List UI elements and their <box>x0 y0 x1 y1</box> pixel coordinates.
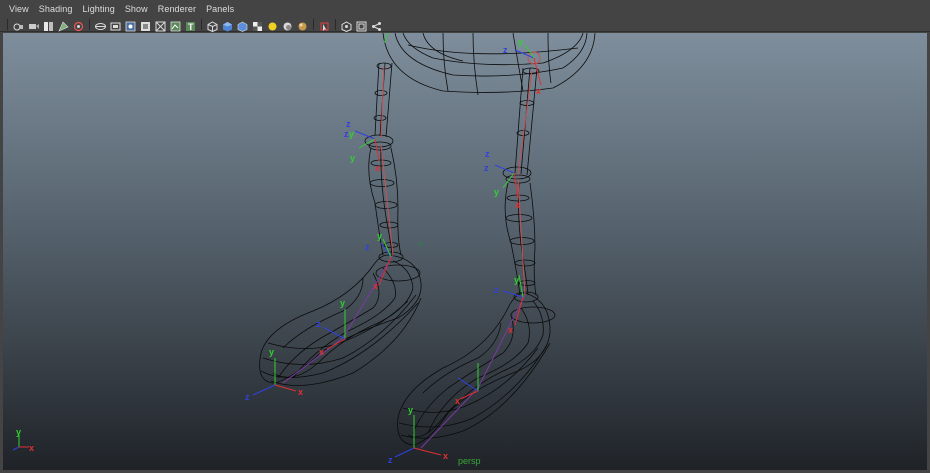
image-plane-icon[interactable] <box>58 19 69 32</box>
gizmo-label-x: x <box>29 443 34 453</box>
toolbar-separator <box>89 18 90 30</box>
axis-label-z: z <box>485 149 490 159</box>
bookmarks-icon[interactable] <box>43 19 54 31</box>
axis-label-z: z <box>494 285 499 295</box>
gizmo-label-y: y <box>16 427 21 437</box>
axis-label-z: z <box>503 45 508 55</box>
toolbar-separator <box>335 18 336 30</box>
safe-action-icon[interactable] <box>170 19 181 31</box>
gate-mask-icon[interactable] <box>140 19 151 31</box>
axis-label-z: z <box>484 163 489 173</box>
xray-icon[interactable] <box>297 19 308 30</box>
axis-label-y: y <box>269 347 274 357</box>
perspective-viewport[interactable]: z z y y x z y x y z x y z x z y x z z y … <box>3 33 927 470</box>
axis-label-y: y <box>340 298 345 308</box>
left-knee-axis: z z y y x <box>344 119 380 173</box>
skeleton-bones <box>282 51 541 449</box>
toolbar-separator <box>313 18 314 30</box>
menu-panels[interactable]: Panels <box>201 4 239 14</box>
smooth-shade-icon[interactable] <box>222 19 233 31</box>
safe-title-icon[interactable]: T <box>185 19 196 32</box>
panel-toolbar: T <box>0 17 930 32</box>
film-gate-icon[interactable] <box>110 19 121 30</box>
menu-view[interactable]: View <box>4 4 34 14</box>
menu-show[interactable]: Show <box>120 4 153 14</box>
isolate-select-icon[interactable] <box>319 19 330 31</box>
right-toe-axis: y z x <box>388 405 448 465</box>
axis-label-z: z <box>346 119 351 129</box>
shadows-icon[interactable] <box>282 19 293 30</box>
right-femur-bone <box>517 70 533 176</box>
left-femur-bone <box>380 65 385 139</box>
axis-label-x: x <box>375 163 380 173</box>
wireframe-icon[interactable] <box>207 19 218 32</box>
axis-label-z: z <box>388 455 393 465</box>
grid-icon[interactable] <box>95 19 106 30</box>
camera-name-label: persp <box>458 456 481 466</box>
menu-lighting[interactable]: Lighting <box>77 4 119 14</box>
axis-label-x: x <box>515 200 520 210</box>
share-icon[interactable] <box>371 19 382 31</box>
view-axis-gizmo: y x <box>12 427 34 453</box>
left-ankle-axis: z y x <box>365 231 392 291</box>
menu-renderer[interactable]: Renderer <box>153 4 201 14</box>
character-wireframe <box>259 33 596 446</box>
axis-label-x: x <box>298 387 303 397</box>
use-lights-icon[interactable] <box>267 19 278 30</box>
left-foot-wireframe <box>259 251 422 386</box>
scene-wireframe[interactable]: z z y y x z y x y z x y z x z y x z z y … <box>3 33 927 470</box>
right-shin-wireframe <box>504 182 537 296</box>
axis-label-y: y <box>494 187 499 197</box>
xray-joints-icon[interactable] <box>341 19 352 32</box>
right-ankle-axis: z y x <box>494 274 524 335</box>
toolbar-separator <box>7 18 8 30</box>
left-tibia-bone <box>380 144 394 256</box>
left-ball-axis: y z x <box>316 298 346 357</box>
axis-label-z: z <box>365 242 370 252</box>
joint-axes: z z y y x z y x y z x y z x z y x z z y … <box>245 33 542 465</box>
toolbar-separator <box>201 18 202 30</box>
field-chart-icon[interactable] <box>155 19 166 31</box>
axis-label-x: x <box>536 86 541 96</box>
left-hip-axis <box>383 33 389 44</box>
camera-attributes-icon[interactable] <box>28 19 39 30</box>
svg-text:T: T <box>188 22 194 32</box>
right-thigh-wireframe <box>502 67 540 184</box>
axis-label-y: y <box>350 153 355 163</box>
panel-layout-icon[interactable] <box>356 19 367 31</box>
axis-label-y: y <box>518 37 523 47</box>
axis-label-y: y <box>377 231 382 241</box>
axis-label-y: y <box>514 275 519 285</box>
axis-label-x: x <box>508 325 513 335</box>
select-camera-icon[interactable] <box>13 19 24 30</box>
left-shin-wireframe <box>368 147 402 256</box>
axis-label-z: z <box>316 319 321 329</box>
panel-menu-bar: View Shading Lighting Show Renderer Pane… <box>0 0 930 17</box>
right-foot-wireframe <box>397 291 556 446</box>
axis-label-y: y <box>408 405 413 415</box>
menu-shading[interactable]: Shading <box>34 4 78 14</box>
axis-label-x: x <box>443 451 448 461</box>
axis-label-y: y <box>349 129 354 139</box>
axis-label-x: x <box>373 281 378 291</box>
pivot-cross <box>418 241 424 247</box>
right-knee-axis: z z y x <box>484 149 520 210</box>
resolution-gate-icon[interactable] <box>125 19 136 31</box>
axis-label-z: z <box>245 392 250 402</box>
grease-pencil-icon[interactable] <box>73 19 84 31</box>
body-sphere-wireframe <box>382 33 596 96</box>
flat-shade-icon[interactable] <box>237 19 248 32</box>
textured-icon[interactable] <box>252 19 263 31</box>
axis-label-x: x <box>319 347 324 357</box>
axis-label-x: x <box>455 396 460 406</box>
